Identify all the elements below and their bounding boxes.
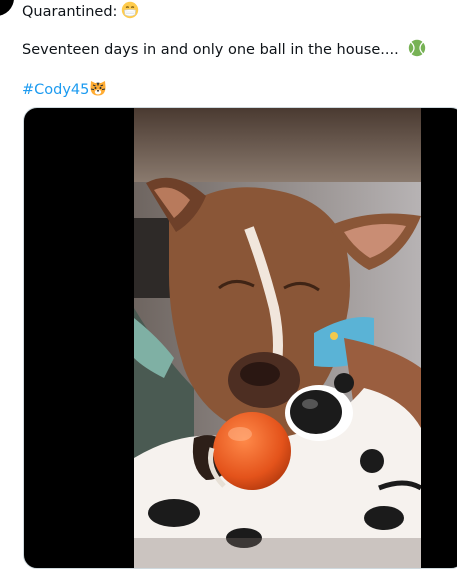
face-with-medical-mask-icon xyxy=(121,1,139,24)
tennis-ball-icon xyxy=(408,39,426,62)
dog-video-frame xyxy=(134,108,421,568)
tweet-video-player[interactable] xyxy=(23,107,457,569)
tiger-face-icon xyxy=(89,79,107,102)
tweet-text-line-2: Seventeen days in and only one ball in t… xyxy=(22,39,426,62)
tweet-hashtag-line: #Cody45 xyxy=(22,79,107,102)
tweet-text-line-1: Quarantined: xyxy=(22,1,139,24)
hashtag-cody45-link[interactable]: #Cody45 xyxy=(22,82,89,98)
tweet-text-quarantined: Quarantined: xyxy=(22,4,118,20)
avatar[interactable] xyxy=(0,0,14,16)
tweet-text-seventeen-days: Seventeen days in and only one ball in t… xyxy=(22,42,399,58)
